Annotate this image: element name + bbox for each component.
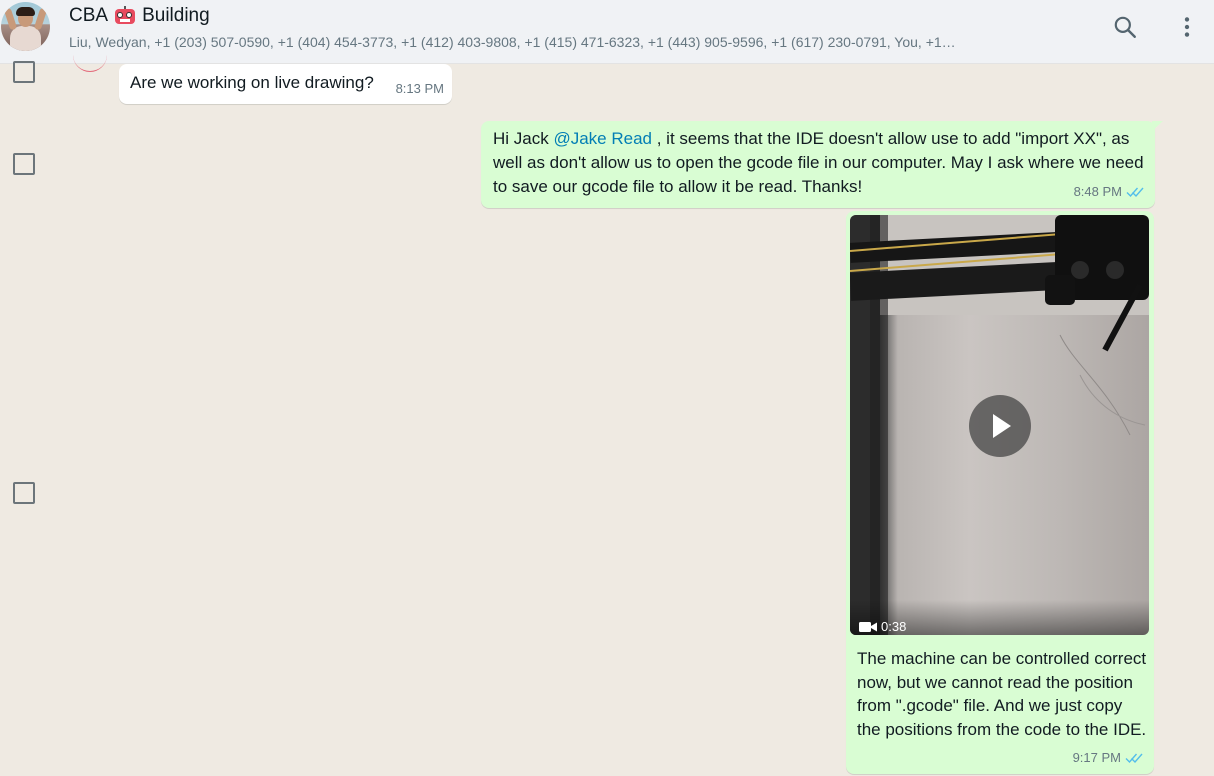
video-thumbnail[interactable]: 0:38 (850, 215, 1149, 635)
play-button[interactable] (969, 395, 1031, 457)
message-select-checkbox[interactable] (13, 61, 35, 83)
video-caption: The machine can be controlled correct no… (857, 649, 1147, 739)
message-select-checkbox[interactable] (13, 153, 35, 175)
video-duration: 0:38 (881, 619, 907, 634)
play-icon (993, 414, 1011, 438)
chat-title-suffix: Building (142, 5, 210, 26)
robot-face-icon (114, 6, 136, 26)
message-time: 9:17 PM (1072, 750, 1121, 765)
chat-header: CBA Building Liu, Wedyan, +1 (203) 507-0… (0, 0, 1214, 64)
group-avatar[interactable] (1, 2, 50, 51)
incoming-message[interactable]: Are we working on live drawing? 8:13 PM (119, 64, 452, 104)
read-receipt-icon (1126, 187, 1144, 198)
message-text-part: Hi Jack (493, 129, 554, 148)
message-select-checkbox[interactable] (13, 482, 35, 504)
message-text: Hi Jack @Jake Read , it seems that the I… (493, 127, 1145, 199)
message-time: 8:48 PM (1073, 184, 1122, 199)
chat-title-prefix: CBA (69, 5, 109, 26)
outgoing-video-message[interactable]: 0:38 The machine can be controlled corre… (846, 211, 1154, 774)
mention-link[interactable]: @Jake Read (553, 129, 652, 148)
chat-title: CBA Building (69, 4, 1089, 28)
message-text: Are we working on live drawing? (130, 73, 374, 92)
sender-avatar[interactable] (73, 52, 107, 72)
message-time: 8:13 PM (395, 81, 444, 96)
outgoing-message[interactable]: Hi Jack @Jake Read , it seems that the I… (481, 121, 1155, 208)
video-camera-icon (859, 622, 877, 632)
participants-list: Liu, Wedyan, +1 (203) 507-0590, +1 (404)… (69, 34, 956, 50)
search-icon[interactable] (1112, 14, 1138, 40)
read-receipt-icon (1125, 753, 1143, 764)
bubble-tail (1152, 121, 1163, 131)
chat-info[interactable]: CBA Building Liu, Wedyan, +1 (203) 507-0… (69, 4, 1089, 52)
kebab-menu-icon[interactable] (1174, 14, 1200, 40)
